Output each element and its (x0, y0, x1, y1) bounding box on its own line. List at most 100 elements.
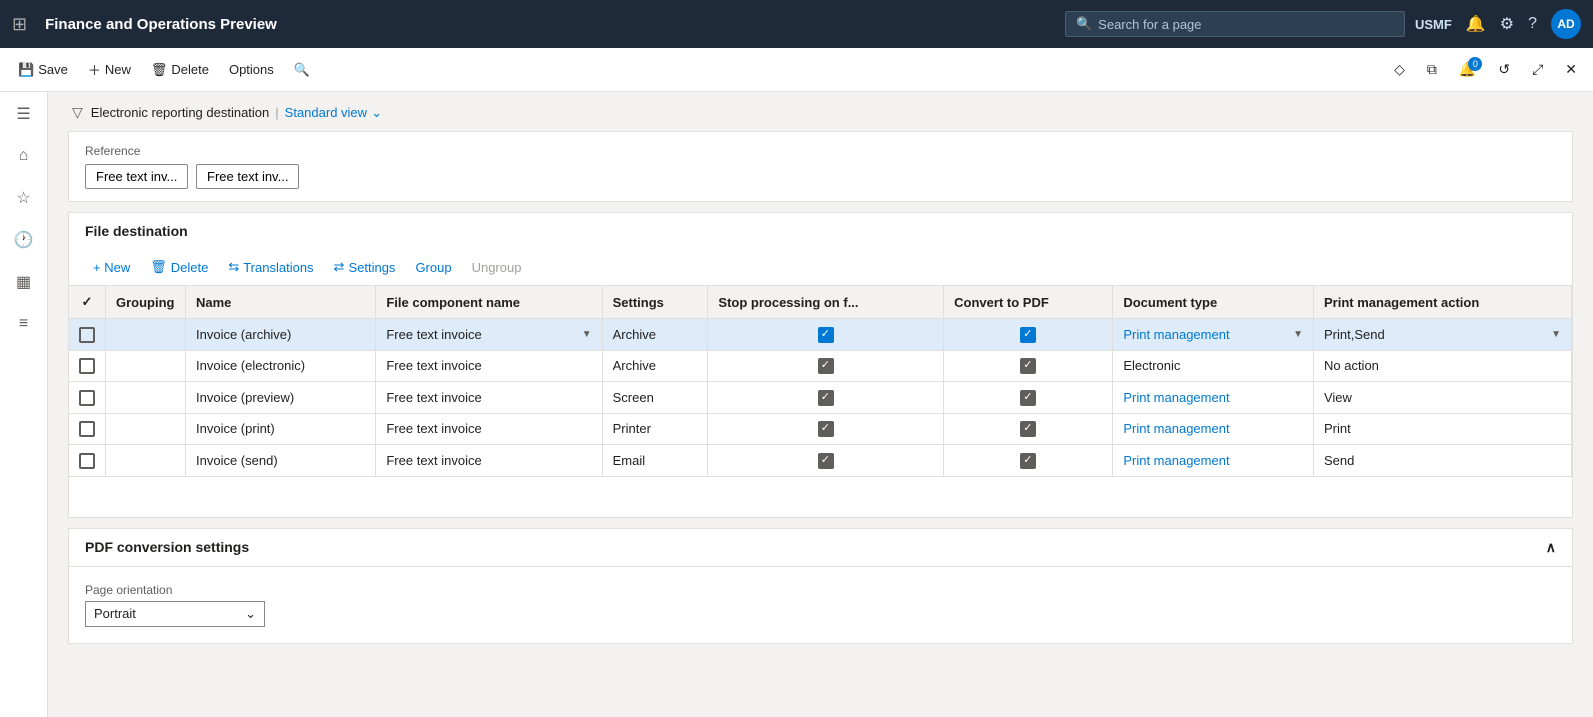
col-grouping[interactable]: Grouping (106, 286, 186, 319)
refresh-button[interactable]: ↺ (1490, 55, 1518, 84)
delete-button[interactable]: 🗑 Delete (141, 56, 219, 84)
options-button[interactable]: Options (219, 56, 284, 83)
search-page-button[interactable]: 🔍 (284, 56, 320, 84)
waffle-menu-icon[interactable]: ⊞ (12, 14, 27, 35)
sidebar-recent-icon[interactable]: 🕐 (4, 222, 44, 258)
fd-settings-button[interactable]: ⇄ Settings (326, 255, 404, 279)
copy-icon-button[interactable]: ⧉ (1419, 55, 1445, 84)
table-row[interactable]: Invoice (archive)Free text invoice▼Archi… (69, 319, 1572, 351)
row-file-component[interactable]: Free text invoice (376, 445, 602, 477)
filter-icon[interactable]: ▽ (72, 104, 83, 121)
view-selector[interactable]: Standard view ⌄ (285, 105, 382, 121)
close-button[interactable]: ✕ (1557, 55, 1585, 84)
notification-bell-icon[interactable]: 🔔 (1466, 14, 1486, 34)
reference-btn-1[interactable]: Free text inv... (85, 164, 188, 189)
row-grouping (106, 445, 186, 477)
row-file-component[interactable]: Free text invoice (376, 382, 602, 414)
row-grouping (106, 350, 186, 382)
row-check-cell[interactable] (69, 413, 106, 445)
row-convert-pdf[interactable] (944, 413, 1113, 445)
reference-btn-2[interactable]: Free text inv... (196, 164, 299, 189)
command-bar: 💾 Save ＋ New 🗑 Delete Options 🔍 ◇ ⧉ 🔔 0 … (0, 48, 1593, 92)
row-file-component[interactable]: Free text invoice▼ (376, 319, 602, 351)
row-stop-processing[interactable] (708, 350, 944, 382)
sidebar-menu-icon[interactable]: ☰ (4, 96, 44, 132)
row-stop-processing[interactable] (708, 445, 944, 477)
col-file-component[interactable]: File component name (376, 286, 602, 319)
row-name[interactable]: Invoice (send) (186, 445, 376, 477)
row-check-cell[interactable] (69, 382, 106, 414)
row-print-management[interactable]: Send (1313, 445, 1571, 477)
avatar[interactable]: AD (1551, 9, 1581, 39)
fd-group-button[interactable]: Group (407, 256, 459, 279)
col-convert-pdf[interactable]: Convert to PDF (944, 286, 1113, 319)
sidebar-list-icon[interactable]: ≡ (4, 306, 44, 342)
row-name[interactable]: Invoice (preview) (186, 382, 376, 414)
col-name[interactable]: Name (186, 286, 376, 319)
row-name[interactable]: Invoice (print) (186, 413, 376, 445)
table-row[interactable]: Invoice (electronic)Free text invoiceArc… (69, 350, 1572, 382)
fd-delete-button[interactable]: 🗑 Delete (142, 255, 216, 279)
row-name[interactable]: Invoice (archive) (186, 319, 376, 351)
row-document-type[interactable]: Print management (1113, 445, 1314, 477)
row-settings[interactable]: Screen (602, 382, 708, 414)
company-selector[interactable]: USMF (1415, 17, 1452, 32)
col-settings[interactable]: Settings (602, 286, 708, 319)
row-convert-pdf[interactable] (944, 350, 1113, 382)
row-stop-processing[interactable] (708, 413, 944, 445)
pdf-conversion-section: PDF conversion settings ∧ Page orientati… (68, 528, 1573, 644)
expand-button[interactable]: ⤢ (1524, 55, 1551, 84)
sidebar-workspaces-icon[interactable]: ▦ (4, 264, 44, 300)
row-convert-pdf[interactable] (944, 445, 1113, 477)
table-row[interactable]: Invoice (send)Free text invoiceEmail Prin… (69, 445, 1572, 477)
row-document-type[interactable]: Electronic (1113, 350, 1314, 382)
sidebar-home-icon[interactable]: ⌂ (4, 138, 44, 174)
col-document-type[interactable]: Document type (1113, 286, 1314, 319)
orientation-select[interactable]: Portrait ⌄ (85, 601, 265, 627)
file-destination-header[interactable]: File destination (69, 213, 1572, 249)
save-icon: 💾 (18, 62, 34, 78)
diamond-icon-button[interactable]: ◇ (1386, 55, 1413, 84)
col-print-management[interactable]: Print management action (1313, 286, 1571, 319)
chevron-down-icon: ⌄ (371, 105, 382, 121)
row-stop-processing[interactable] (708, 319, 944, 351)
pdf-section-title: PDF conversion settings (85, 539, 249, 555)
row-settings[interactable]: Archive (602, 319, 708, 351)
save-button[interactable]: 💾 Save (8, 56, 78, 84)
row-name[interactable]: Invoice (electronic) (186, 350, 376, 382)
notification-badge: 0 (1468, 57, 1482, 71)
new-button[interactable]: ＋ New (78, 54, 141, 85)
row-check-cell[interactable] (69, 445, 106, 477)
row-file-component[interactable]: Free text invoice (376, 413, 602, 445)
table-row[interactable]: Invoice (preview)Free text invoiceScreen… (69, 382, 1572, 414)
row-settings[interactable]: Printer (602, 413, 708, 445)
row-document-type[interactable]: Print management (1113, 382, 1314, 414)
row-convert-pdf[interactable] (944, 382, 1113, 414)
row-file-component[interactable]: Free text invoice (376, 350, 602, 382)
row-print-management[interactable]: No action (1313, 350, 1571, 382)
row-document-type[interactable]: Print management▼ (1113, 319, 1314, 351)
fd-translations-button[interactable]: ⇆ Translations (220, 255, 321, 279)
row-check-cell[interactable] (69, 350, 106, 382)
sidebar-favorites-icon[interactable]: ☆ (4, 180, 44, 216)
notification-count-button[interactable]: 🔔 0 (1451, 55, 1484, 84)
settings-icon[interactable]: ⚙ (1500, 14, 1514, 34)
row-settings[interactable]: Archive (602, 350, 708, 382)
col-check[interactable]: ✓ (69, 286, 106, 319)
search-bar[interactable]: 🔍 Search for a page (1065, 11, 1405, 37)
row-print-management[interactable]: Print (1313, 413, 1571, 445)
row-stop-processing[interactable] (708, 382, 944, 414)
table-row[interactable]: Invoice (print)Free text invoicePrinter P… (69, 413, 1572, 445)
row-document-type[interactable]: Print management (1113, 413, 1314, 445)
fd-new-button[interactable]: + New (85, 256, 138, 279)
row-print-management[interactable]: Print,Send▼ (1313, 319, 1571, 351)
row-settings[interactable]: Email (602, 445, 708, 477)
col-stop-processing[interactable]: Stop processing on f... (708, 286, 944, 319)
help-icon[interactable]: ? (1528, 15, 1537, 33)
pdf-section-header[interactable]: PDF conversion settings ∧ (69, 529, 1572, 567)
row-grouping (106, 319, 186, 351)
row-print-management[interactable]: View (1313, 382, 1571, 414)
doc-dropdown-icon: ▼ (1293, 329, 1303, 340)
row-check-cell[interactable] (69, 319, 106, 351)
row-convert-pdf[interactable] (944, 319, 1113, 351)
